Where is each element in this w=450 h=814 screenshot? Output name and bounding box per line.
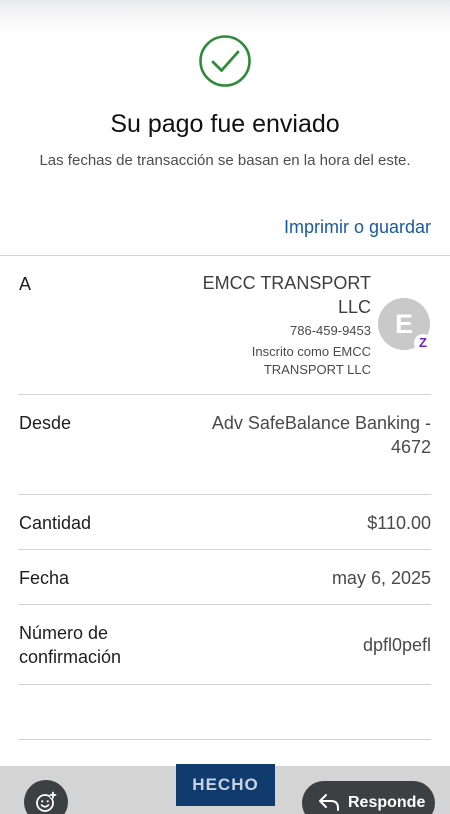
recipient-info: EMCC TRANSPORT LLC 786-459-9453 Inscrito… <box>171 271 371 379</box>
divider <box>18 684 431 685</box>
recipient-enrolled-as: Inscrito como EMCC TRANSPORT LLC <box>251 344 371 377</box>
confirmation-value: dpfl0pefl <box>362 635 431 655</box>
recipient-phone: 786-459-9453 <box>290 323 371 338</box>
timezone-note: Las fechas de transacción se basan en la… <box>39 152 411 169</box>
date-value: may 6, 2025 <box>331 568 431 588</box>
zelle-badge-icon: Z <box>414 334 432 352</box>
checkmark-circle-icon <box>199 35 251 87</box>
from-label: Desde <box>19 413 72 433</box>
divider <box>18 549 431 550</box>
print-or-save-link[interactable]: Imprimir o guardar <box>284 217 431 238</box>
recipient-name: EMCC TRANSPORT LLC <box>202 273 371 317</box>
done-button[interactable]: HECHO <box>176 764 275 806</box>
reply-button[interactable]: Responde <box>302 781 435 814</box>
reply-arrow-icon <box>319 794 339 811</box>
top-shade <box>0 0 450 34</box>
divider <box>0 255 450 256</box>
amount-value: $110.00 <box>367 513 431 533</box>
recipient-label: A <box>19 274 32 294</box>
amount-label: Cantidad <box>19 513 92 533</box>
reply-label: Responde <box>348 794 426 811</box>
page-title: Su pago fue enviado <box>110 110 340 138</box>
from-account-value: Adv SafeBalance Banking - 4672 <box>211 413 431 457</box>
divider <box>18 604 431 605</box>
confirmation-label: Número de confirmación <box>19 623 122 667</box>
divider <box>18 739 431 740</box>
divider <box>18 394 431 395</box>
add-emoji-icon <box>36 791 57 812</box>
date-label: Fecha <box>19 568 70 588</box>
divider <box>18 494 431 495</box>
